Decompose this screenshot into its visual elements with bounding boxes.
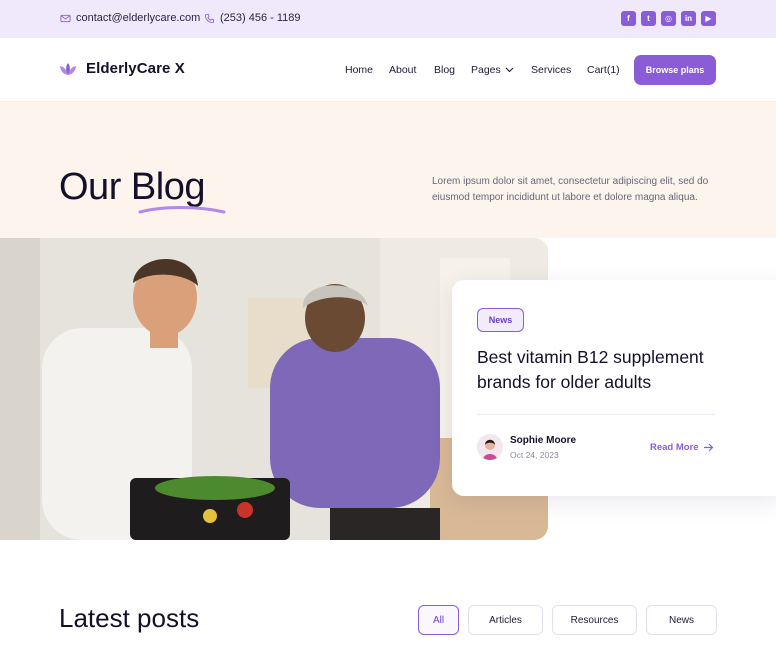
brand-logo[interactable]: ElderlyCare X (58, 60, 185, 77)
filter-articles[interactable]: Articles (468, 605, 543, 635)
nav-item-label: Cart(1) (587, 64, 620, 76)
facebook-icon[interactable]: f (621, 11, 636, 26)
phone-text: (253) 456 - 1189 (220, 12, 301, 24)
nav-item-label: Services (531, 64, 572, 76)
mail-icon (60, 14, 71, 22)
nav-item-blog[interactable]: Blog (434, 64, 455, 76)
twitter-icon[interactable]: t (641, 11, 656, 26)
phone-icon (204, 13, 215, 23)
read-more-link[interactable]: Read More (650, 442, 714, 453)
nav-item-pages[interactable]: Pages (471, 64, 514, 76)
author-name: Sophie Moore (510, 435, 577, 446)
nav-item-cart[interactable]: Cart(1) (587, 64, 620, 76)
main-navbar: ElderlyCare X Home About Blog Pages Serv… (0, 38, 776, 102)
category-badge[interactable]: News (477, 308, 524, 332)
nav-item-home[interactable]: Home (345, 64, 373, 76)
page-title: Our Blog (59, 166, 205, 208)
lotus-icon (60, 62, 76, 75)
browse-plans-button[interactable]: Browse plans (634, 55, 716, 85)
filter-all[interactable]: All (418, 605, 459, 635)
filter-news[interactable]: News (646, 605, 717, 635)
instagram-icon[interactable]: ◎ (661, 11, 676, 26)
arrow-right-icon (703, 443, 713, 452)
post-date: Oct 24, 2023 (510, 450, 559, 460)
nav-item-label: About (389, 64, 417, 76)
featured-post-title[interactable]: Best vitamin B12 supplement brands for o… (477, 345, 747, 395)
phone-contact[interactable]: (253) 456 - 1189 (204, 12, 301, 24)
title-underline (138, 206, 226, 214)
chevron-down-icon (505, 67, 514, 73)
hero-section: Our Blog Lorem ipsum dolor sit amet, con… (0, 102, 776, 238)
hero-description: Lorem ipsum dolor sit amet, consectetur … (432, 176, 709, 203)
top-bar: contact@elderlycare.com (253) 456 - 1189… (0, 0, 776, 38)
nav-item-services[interactable]: Services (531, 64, 571, 76)
read-more-label: Read More (650, 442, 699, 453)
social-links: f t ◎ in ▶ (621, 11, 716, 26)
brand-name: ElderlyCare X (86, 60, 185, 77)
youtube-icon[interactable]: ▶ (701, 11, 716, 26)
latest-posts-heading: Latest posts (59, 603, 200, 633)
avatar-illustration (477, 434, 503, 460)
filter-resources[interactable]: Resources (552, 605, 637, 635)
nav-item-label: Pages (471, 64, 501, 76)
email-text: contact@elderlycare.com (76, 12, 201, 24)
nav-item-about[interactable]: About (389, 64, 416, 76)
nav-item-label: Home (345, 64, 374, 76)
email-contact[interactable]: contact@elderlycare.com (60, 12, 200, 24)
divider (477, 414, 715, 415)
author-avatar (477, 434, 503, 460)
featured-post-card[interactable]: News Best vitamin B12 supplement brands … (452, 280, 776, 496)
linkedin-icon[interactable]: in (681, 11, 696, 26)
nav-item-label: Blog (434, 64, 456, 76)
